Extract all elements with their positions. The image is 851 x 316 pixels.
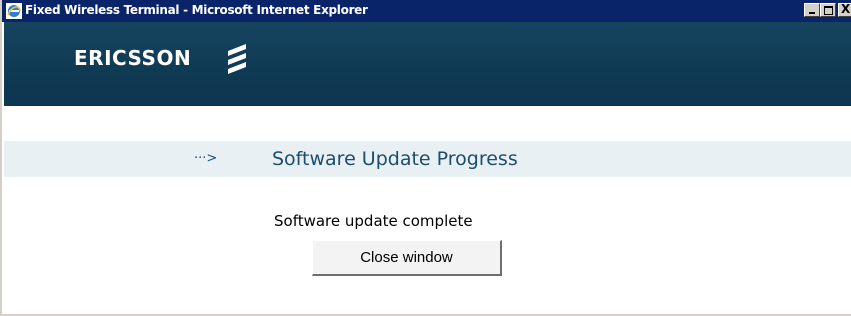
ericsson-logo-text: ERICSSON	[74, 46, 192, 70]
close-window-button-main[interactable]: Close window	[312, 240, 502, 276]
window-title: Fixed Wireless Terminal - Microsoft Inte…	[25, 3, 368, 17]
page-header: ERICSSON	[4, 22, 851, 106]
browser-window: Fixed Wireless Terminal - Microsoft Inte…	[0, 0, 851, 316]
title-bar[interactable]: Fixed Wireless Terminal - Microsoft Inte…	[2, 0, 851, 22]
maximize-button[interactable]	[820, 3, 836, 17]
arrow-icon: ···>	[194, 151, 218, 166]
internet-explorer-icon	[6, 3, 22, 19]
page-title: Software Update Progress	[272, 148, 518, 170]
close-window-button[interactable]: X	[838, 2, 851, 17]
section-title-bar: ···> Software Update Progress	[4, 141, 851, 177]
minimize-button[interactable]	[804, 3, 820, 17]
status-message: Software update complete	[274, 212, 473, 230]
ericsson-logo-icon	[228, 44, 246, 74]
